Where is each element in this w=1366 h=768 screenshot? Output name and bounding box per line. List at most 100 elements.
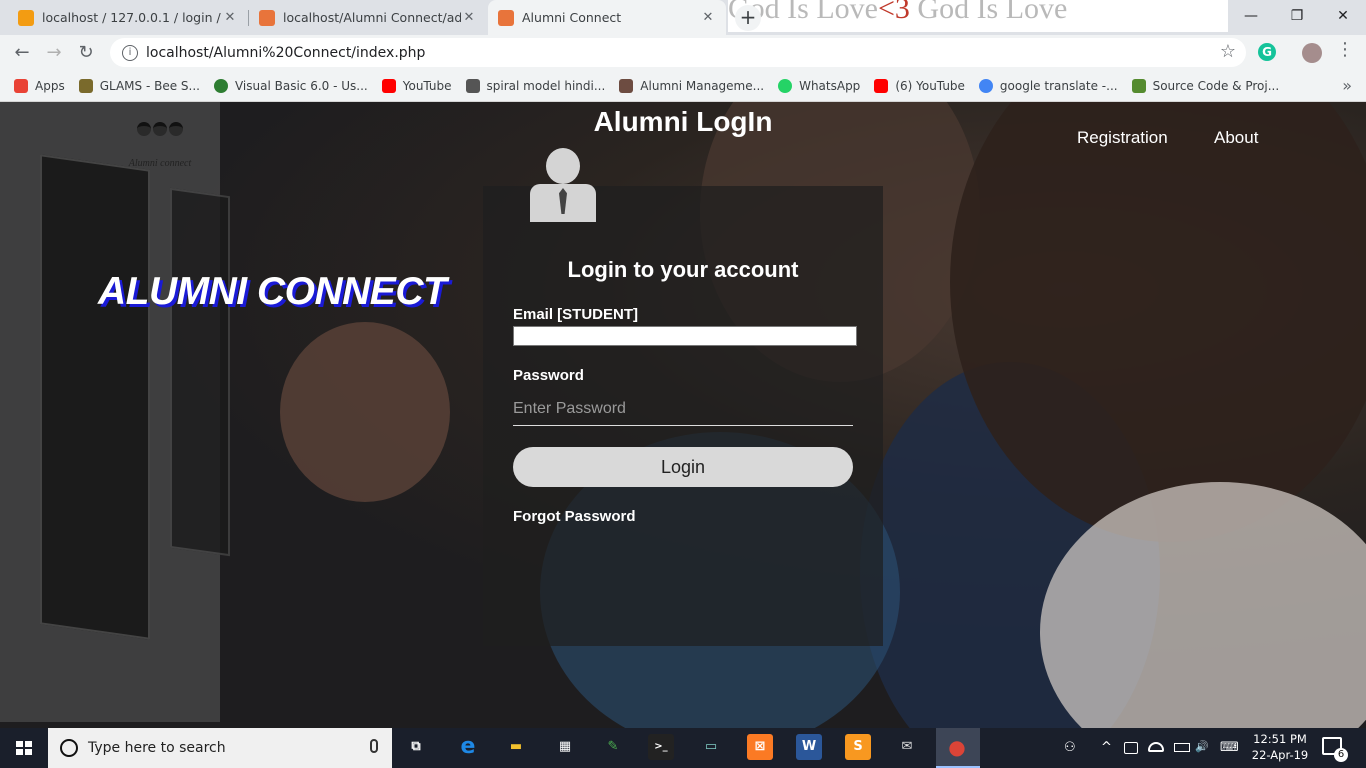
xampp-favicon-icon	[259, 9, 275, 26]
bookmark-spiral-model[interactable]: spiral model hindi...	[465, 78, 605, 93]
clock-time: 12:51 PM	[1253, 732, 1307, 746]
back-arrow-icon[interactable]: ←	[9, 40, 35, 66]
cmd-icon[interactable]: >_	[648, 734, 674, 760]
mail-icon[interactable]: ✉	[894, 734, 920, 760]
profile-avatar[interactable]	[1302, 43, 1322, 63]
forgot-password-link[interactable]: Forgot Password	[513, 508, 636, 525]
youtube-icon	[874, 78, 889, 93]
onedrive-icon[interactable]	[1148, 742, 1164, 752]
task-view-icon[interactable]: ⧉	[403, 734, 429, 760]
bookmark-whatsapp[interactable]: WhatsApp	[778, 78, 861, 93]
tab-title: localhost/Alumni Connect/addEV	[283, 10, 461, 25]
taskbar-search[interactable]: Type here to search	[48, 728, 392, 768]
browser-tab-strip: God Is Love<3 God Is Love localhost / 12…	[0, 0, 1366, 35]
paint-icon[interactable]: ✎	[600, 734, 626, 760]
close-tab-icon[interactable]: ✕	[700, 10, 716, 25]
email-field[interactable]	[513, 326, 857, 346]
notepad-icon[interactable]: ▭	[698, 734, 724, 760]
alumni-icon	[619, 78, 634, 93]
code-icon	[1131, 78, 1146, 93]
brand-title: ALUMNI CONNECT	[98, 270, 447, 313]
bookmark-glams[interactable]: GLAMS - Bee S...	[78, 78, 200, 93]
apps-grid-icon	[14, 78, 28, 93]
nav-about-link[interactable]: About	[1214, 128, 1258, 148]
network-icon[interactable]	[1124, 742, 1138, 754]
notification-count-badge: 6	[1334, 748, 1348, 762]
whatsapp-icon	[778, 78, 793, 93]
bookmark-label: google translate -...	[999, 78, 1118, 93]
user-avatar-icon	[530, 148, 596, 224]
background-photo-hand	[280, 322, 450, 502]
close-tab-icon[interactable]: ✕	[222, 10, 238, 25]
people-icon[interactable]: ⚇	[1064, 740, 1076, 755]
system-clock[interactable]: 12:51 PM 22-Apr-19	[1248, 731, 1312, 763]
address-bar[interactable]: i localhost/Alumni%20Connect/index.php ☆	[110, 38, 1246, 67]
close-window-icon[interactable]: ✕	[1320, 0, 1366, 35]
tab-title: Alumni Connect	[522, 10, 622, 25]
bookmark-label: Apps	[35, 78, 65, 93]
bookmark-alumni-management[interactable]: Alumni Manageme...	[619, 78, 764, 93]
login-button[interactable]: Login	[513, 447, 853, 487]
reload-icon[interactable]: ↻	[73, 40, 99, 66]
forward-arrow-icon[interactable]: →	[41, 40, 67, 66]
show-hidden-icons-icon[interactable]: ^	[1101, 740, 1112, 755]
new-tab-button[interactable]: +	[735, 5, 761, 31]
site-info-icon[interactable]: i	[122, 44, 138, 61]
background-monitor	[40, 154, 150, 640]
bookmark-label: YouTube	[402, 78, 452, 93]
browser-tab-addevent[interactable]: localhost/Alumni Connect/addEV ✕	[249, 0, 487, 35]
vb-icon	[213, 78, 228, 93]
logo-caption: Alumni connect	[128, 158, 192, 169]
start-button[interactable]	[0, 728, 48, 768]
window-controls: — ❐ ✕	[1228, 0, 1366, 35]
bookmark-youtube-6[interactable]: (6) YouTube	[874, 78, 965, 93]
browser-toolbar: ← → ↻ i localhost/Alumni%20Connect/index…	[0, 35, 1366, 70]
url-text[interactable]: localhost/Alumni%20Connect/index.php	[146, 45, 425, 61]
windows-logo-icon	[16, 741, 32, 755]
bookmark-apps[interactable]: Apps	[14, 78, 65, 93]
login-form: Login to your account Email [STUDENT] Pa…	[483, 148, 883, 646]
bookmark-star-icon[interactable]: ☆	[1220, 41, 1236, 62]
password-label: Password	[513, 367, 584, 384]
nav-registration-link[interactable]: Registration	[1077, 128, 1168, 148]
maximize-icon[interactable]: ❐	[1274, 0, 1320, 35]
microphone-icon[interactable]	[370, 739, 378, 753]
bookmarks-more-icon[interactable]: »	[1342, 76, 1352, 95]
browser-menu-icon[interactable]: ⋮	[1336, 39, 1354, 60]
browser-tab-phpmyadmin[interactable]: localhost / 127.0.0.1 / login / eve ✕	[8, 0, 248, 35]
close-tab-icon[interactable]: ✕	[461, 10, 477, 25]
file-explorer-icon[interactable]: ▬	[503, 734, 529, 760]
email-label: Email [STUDENT]	[513, 306, 639, 323]
search-placeholder: Type here to search	[88, 740, 226, 756]
keyboard-icon[interactable]: ⌨	[1220, 740, 1239, 755]
bookmark-label: GLAMS - Bee S...	[99, 78, 200, 93]
bookmark-source-code[interactable]: Source Code & Proj...	[1131, 78, 1279, 93]
sublime-text-icon[interactable]: S	[845, 734, 871, 760]
grammarly-extension-icon[interactable]: G	[1258, 43, 1276, 61]
word-icon[interactable]: W	[796, 734, 822, 760]
background-monitor	[170, 187, 230, 557]
wallpaper-text-3: God Is Love	[909, 0, 1068, 25]
spiral-icon	[465, 78, 480, 93]
phpmyadmin-favicon-icon	[18, 9, 34, 26]
bookmark-youtube[interactable]: YouTube	[381, 78, 452, 93]
bookmark-label: (6) YouTube	[895, 78, 965, 93]
login-form-title: Login to your account	[567, 257, 799, 282]
password-field[interactable]	[513, 392, 853, 426]
tab-title: localhost / 127.0.0.1 / login / eve	[42, 10, 222, 25]
chrome-icon[interactable]: ●	[944, 734, 970, 760]
bookmark-visual-basic[interactable]: Visual Basic 6.0 - Us...	[213, 78, 368, 93]
windows-taskbar: Type here to search ⧉ e ▬ ▦ ✎ >_ ▭ ⊠ W S…	[0, 728, 1366, 768]
bookmark-label: WhatsApp	[799, 78, 861, 93]
edge-icon[interactable]: e	[455, 734, 481, 760]
volume-icon[interactable]: 🔊	[1195, 740, 1209, 753]
bookmark-google-translate[interactable]: google translate -...	[978, 78, 1118, 93]
bookmarks-bar: Apps GLAMS - Bee S... Visual Basic 6.0 -…	[0, 70, 1366, 102]
xampp-icon[interactable]: ⊠	[747, 734, 773, 760]
store-icon[interactable]: ▦	[552, 734, 578, 760]
minimize-icon[interactable]: —	[1228, 0, 1274, 35]
battery-icon[interactable]	[1174, 743, 1190, 752]
bee-icon	[78, 78, 93, 93]
bookmark-label: Visual Basic 6.0 - Us...	[234, 78, 368, 93]
browser-tab-alumni-connect[interactable]: Alumni Connect ✕	[488, 0, 726, 35]
